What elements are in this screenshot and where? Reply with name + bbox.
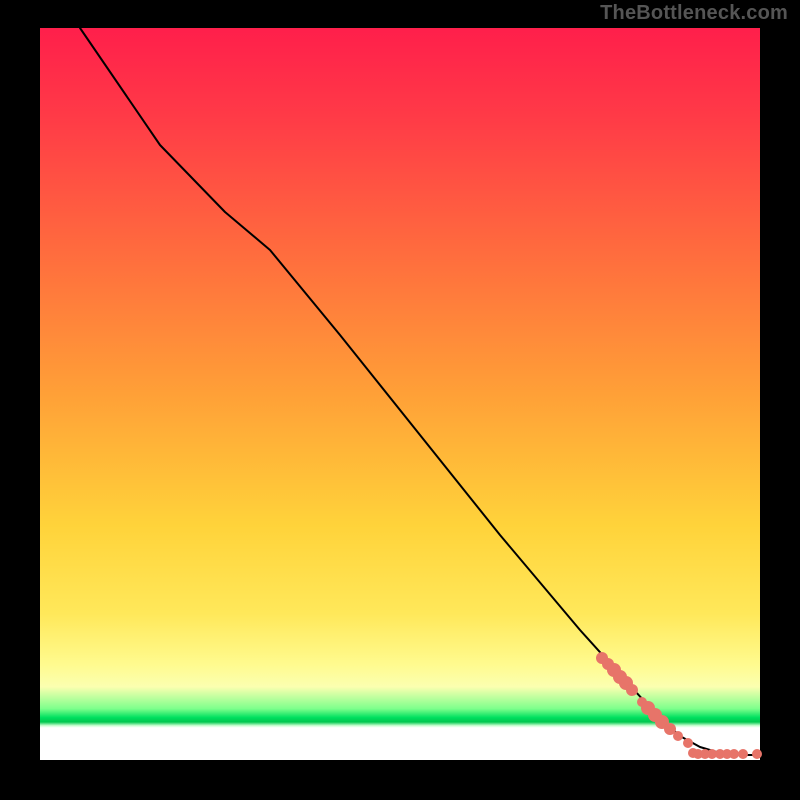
chart-frame: TheBottleneck.com <box>0 0 800 800</box>
data-point <box>683 738 693 748</box>
trend-line <box>80 28 760 755</box>
data-point <box>673 731 683 741</box>
data-point <box>738 749 748 759</box>
data-point <box>626 684 638 696</box>
plot-area <box>40 28 760 760</box>
chart-svg <box>40 28 760 760</box>
data-point <box>752 749 762 759</box>
data-points <box>596 652 762 759</box>
data-point <box>729 749 739 759</box>
attribution-label: TheBottleneck.com <box>600 2 788 25</box>
